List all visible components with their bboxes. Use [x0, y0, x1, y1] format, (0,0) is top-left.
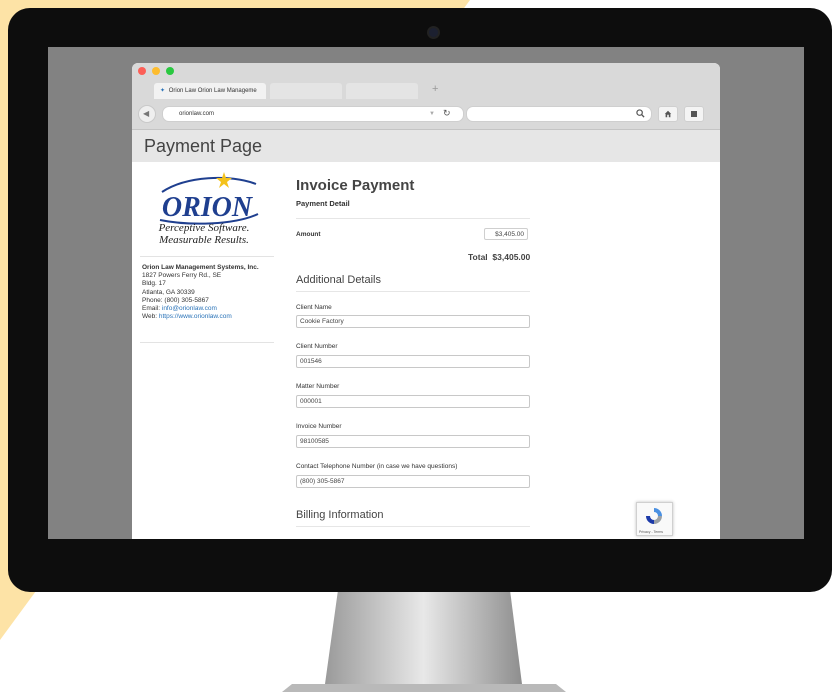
search-icon[interactable]	[636, 109, 645, 121]
billing-information-heading: Billing Information	[296, 509, 384, 521]
company-email-row: Email: info@orionlaw.com	[142, 305, 259, 313]
home-button[interactable]	[658, 106, 678, 122]
page-title: Payment Page	[144, 136, 263, 156]
client-name-label: Client Name	[296, 304, 332, 311]
recaptcha-badge[interactable]: Privacy - Terms	[636, 502, 673, 536]
invoice-heading: Invoice Payment	[296, 177, 415, 194]
address-line: 1827 Powers Ferry Rd., SE	[142, 272, 222, 280]
logo-word: ORION	[162, 192, 254, 223]
client-name-field[interactable]: Cookie Factory	[296, 315, 530, 328]
back-button[interactable]: ◀	[138, 105, 156, 123]
contact-phone-field[interactable]: (800) 305-5867	[296, 475, 530, 488]
dropdown-arrow-icon[interactable]: ▼	[429, 107, 435, 121]
amount-input[interactable]: $3,405.00	[484, 228, 528, 240]
logo-tagline: Perceptive Software. Measurable Results.	[142, 222, 266, 246]
invoice-number-field[interactable]: 98100585	[296, 435, 530, 448]
browser-toolbar: ✦ Orion Law Orion Law Manageme + ◀ orion…	[132, 63, 720, 130]
address-line: Atlanta, GA 30339	[142, 288, 195, 296]
email-label: Email:	[142, 305, 162, 313]
contact-phone-label: Contact Telephone Number (in case we hav…	[296, 463, 458, 470]
window-close-dot[interactable]	[138, 67, 146, 75]
search-input[interactable]	[466, 106, 652, 122]
monitor-screen: ✦ Orion Law Orion Law Manageme + ◀ orion…	[48, 47, 804, 539]
total-row: Total $3,405.00	[468, 252, 530, 262]
browser-window: ✦ Orion Law Orion Law Manageme + ◀ orion…	[132, 63, 720, 539]
tagline-line-2: Measurable Results.	[159, 234, 249, 246]
web-label: Web:	[142, 313, 159, 321]
matter-number-label: Matter Number	[296, 383, 340, 390]
url-text: orionlaw.com	[179, 111, 215, 117]
tab-empty[interactable]	[346, 83, 418, 99]
webcam-icon	[429, 28, 438, 37]
divider	[296, 526, 530, 527]
company-web-row: Web: https://www.orionlaw.com	[142, 313, 259, 321]
address-bar[interactable]: orionlaw.com ▼ ↻	[162, 106, 464, 122]
address-line: Bldg. 17	[142, 280, 166, 288]
recaptcha-icon	[646, 508, 662, 524]
payment-detail-heading: Payment Detail	[296, 199, 350, 208]
total-label: Total	[468, 252, 488, 262]
page-content: ORION Perceptive Software. Measurable Re…	[132, 162, 720, 539]
page-header: Payment Page	[132, 130, 720, 162]
favicon-icon: ✦	[160, 88, 166, 94]
amount-label: Amount	[296, 231, 321, 238]
email-link[interactable]: info@orionlaw.com	[162, 305, 217, 312]
company-phone: Phone: (800) 305-5867	[142, 296, 209, 304]
tab-title: Orion Law Orion Law Manageme	[168, 88, 257, 94]
divider	[140, 342, 274, 343]
window-maximize-dot[interactable]	[166, 67, 174, 75]
new-tab-button[interactable]: +	[432, 81, 438, 97]
divider	[296, 291, 530, 292]
menu-button[interactable]	[684, 106, 704, 122]
home-icon	[664, 110, 672, 118]
web-link[interactable]: https://www.orionlaw.com	[159, 313, 232, 320]
tab-active[interactable]: ✦ Orion Law Orion Law Manageme	[154, 83, 266, 99]
menu-icon	[691, 111, 697, 117]
company-name: Orion Law Management Systems, Inc.	[142, 264, 259, 271]
client-number-field[interactable]: 001546	[296, 355, 530, 368]
invoice-number-label: Invoice Number	[296, 423, 342, 430]
tagline-line-1: Perceptive Software.	[158, 222, 250, 234]
total-value: $3,405.00	[492, 252, 531, 262]
tab-empty[interactable]	[270, 83, 342, 99]
company-address: Orion Law Management Systems, Inc. 1827 …	[142, 264, 259, 321]
divider	[140, 256, 274, 257]
client-number-label: Client Number	[296, 343, 338, 350]
matter-number-field[interactable]: 000001	[296, 395, 530, 408]
additional-details-heading: Additional Details	[296, 274, 381, 286]
divider	[296, 218, 530, 219]
back-arrow-icon: ◀	[143, 109, 150, 118]
window-minimize-dot[interactable]	[152, 67, 160, 75]
reload-icon[interactable]: ↻	[443, 106, 451, 120]
recaptcha-terms[interactable]: Privacy - Terms	[639, 530, 663, 534]
